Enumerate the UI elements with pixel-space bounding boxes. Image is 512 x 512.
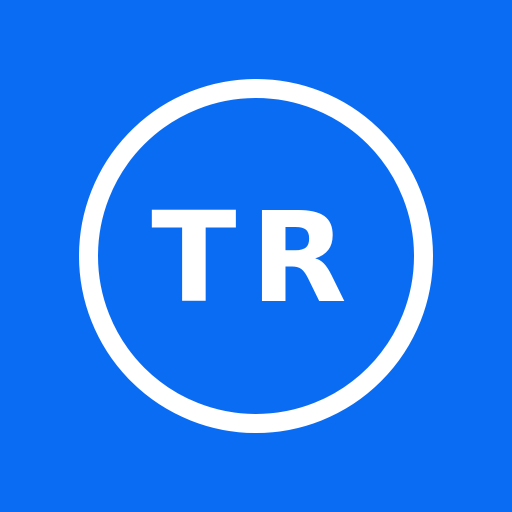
monogram-text: TR: [151, 186, 361, 331]
app-icon: TR: [0, 0, 512, 512]
